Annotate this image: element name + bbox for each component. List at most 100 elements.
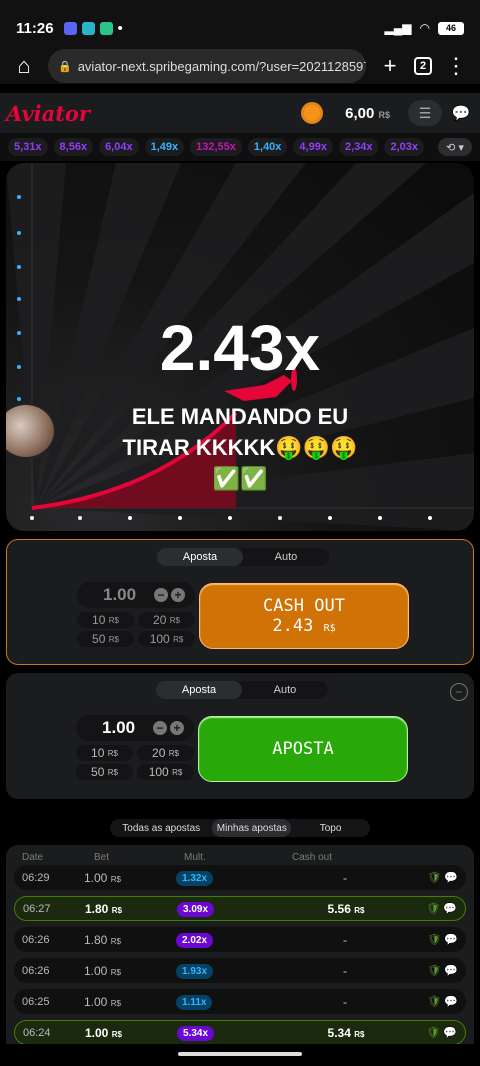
system-nav-bar [0,1044,480,1066]
quick-amount-value: 20 [152,746,166,760]
bet-amount-value: 1.00 [84,870,108,885]
url-bar[interactable]: 🔒 aviator-next.spribegaming.com/?user=20… [48,49,366,83]
chat-icon[interactable]: 💬 [448,102,474,124]
browser-toolbar: ⌂ 🔒 aviator-next.spribegaming.com/?user=… [0,48,480,84]
more-dots-icon: • [117,19,123,37]
remove-panel-icon[interactable]: − [450,683,468,701]
cash-out-button[interactable]: CASH OUT 2.43 R$ [199,583,409,649]
cash-out-value: - [304,871,386,885]
table-row: 06:29 1.00 R$ 1.32x - 🛡 💬 [14,865,466,890]
chat-share-icon[interactable]: 💬 [444,996,458,1008]
signal-icon: ▂▄▆ [384,21,412,35]
row-actions: 🛡 💬 [426,902,457,915]
chat-share-icon[interactable]: 💬 [443,1027,457,1039]
bet-amount-controls: 1.00 − + 10 R$ 20 R$ 50 R$ 100 R$ [76,715,194,785]
balance-currency: R$ [378,109,390,120]
quick-amount-button[interactable]: 10 R$ [76,745,133,761]
chat-share-icon[interactable]: 💬 [444,934,458,946]
menu-button[interactable]: ☰ [408,100,442,126]
currency-label: R$ [107,767,118,777]
plus-icon[interactable]: + [170,721,184,735]
currency-label: R$ [110,874,121,884]
column-header: Bet [94,851,110,863]
history-multiplier[interactable]: 5,31x [8,138,48,156]
currency-label: R$ [110,998,121,1008]
multiplier-badge: 1.32x [176,870,214,886]
site-info-icon[interactable]: 🔒 [58,60,72,73]
cash-out-value: - [304,964,386,978]
minus-icon[interactable]: − [153,721,167,735]
cash-out-value: - [304,995,386,1009]
bet-amount-value: 1.00 [84,963,108,978]
coin-icon [301,102,324,124]
bet-amount-input[interactable]: 1.00 − + [76,715,194,741]
row-actions: 🛡 💬 [426,1026,457,1039]
bets-tabs: Todas as apostas Minhas apostas Topo [110,819,370,837]
currency-label: R$ [354,1029,365,1039]
quick-amount-button[interactable]: 20 R$ [138,612,195,628]
plus-icon[interactable]: + [171,588,185,602]
bet-amount-value: 1.00 [103,585,137,604]
history-multiplier[interactable]: 8,56x [53,138,94,156]
quick-amount-button[interactable]: 10 R$ [77,612,134,628]
cash-out-currency: R$ [323,623,336,634]
history-multiplier[interactable]: 1,40x [247,138,288,156]
history-multiplier[interactable]: 6,04x [99,138,139,156]
new-tab-icon[interactable]: + [376,53,404,79]
quick-amount-button[interactable]: 50 R$ [76,764,133,780]
multiplier-badge: 5.34x [177,1025,215,1041]
game-canvas: 2.43x ELE MANDANDO EU TIRAR KKKKK🤑🤑🤑 ✅✅ [6,163,474,531]
home-icon[interactable]: ⌂ [10,53,38,79]
provably-fair-icon[interactable]: 🛡 [426,903,440,915]
history-multiplier[interactable]: 1,49x [144,138,185,156]
home-gesture-pill[interactable] [178,1052,302,1056]
bet-multiplier: 1.11x [176,994,304,1010]
tab-all-bets[interactable]: Todas as apostas [110,819,212,837]
tab-my-bets[interactable]: Minhas apostas [212,819,292,837]
place-bet-button[interactable]: APOSTA [198,716,408,782]
tab-auto[interactable]: Auto [242,681,328,699]
tab-bet[interactable]: Aposta [157,548,243,566]
minus-icon[interactable]: − [154,588,168,602]
history-multiplier[interactable]: 2,03x [384,138,425,156]
discord-icon [63,21,77,35]
row-actions: 🛡 💬 [427,964,458,977]
provably-fair-icon[interactable]: 🛡 [427,965,441,977]
bet-amount-value: 1.00 [84,994,108,1009]
quick-amount-button[interactable]: 100 R$ [138,631,195,647]
tab-auto[interactable]: Auto [243,548,329,566]
tab-switcher-button[interactable]: 2 [414,57,432,75]
provably-fair-icon[interactable]: 🛡 [427,996,441,1008]
quick-amount-button[interactable]: 20 R$ [137,745,194,761]
quick-amount-value: 50 [91,765,105,779]
bet-multiplier: 2.02x [176,932,304,948]
quick-amount-button[interactable]: 100 R$ [137,764,194,780]
bet-amount-input[interactable]: 1.00 − + [77,582,195,608]
currency-label: R$ [169,615,180,625]
multiplier-history: 5,31x 8,56x 6,04x 1,49x 132,55x 1,40x 4,99x 2,3… [0,133,480,161]
history-multiplier[interactable]: 4,99x [293,138,333,156]
chat-share-icon[interactable]: 💬 [444,872,458,884]
bet-amount-value: 1.00 [102,718,136,737]
history-toggle-button[interactable]: ⟲ ▾ [438,138,472,156]
chat-share-icon[interactable]: 💬 [443,903,457,915]
quick-amount-button[interactable]: 50 R$ [77,631,134,647]
multiplier-badge: 2.02x [176,932,214,948]
chat-share-icon[interactable]: 💬 [444,965,458,977]
provably-fair-icon[interactable]: 🛡 [427,934,441,946]
tab-top[interactable]: Topo [291,819,370,837]
provably-fair-icon[interactable]: 🛡 [427,872,441,884]
quick-amount-value: 10 [91,746,105,760]
tab-bet[interactable]: Aposta [156,681,242,699]
bet-date: 06:24 [23,1026,51,1039]
currency-label: R$ [107,748,118,758]
history-multiplier[interactable]: 2,34x [338,138,379,156]
currency-label: R$ [172,767,183,777]
row-actions: 🛡 💬 [427,995,458,1008]
column-header: Mult. [184,851,206,863]
history-multiplier[interactable]: 132,55x [190,138,242,156]
provably-fair-icon[interactable]: 🛡 [426,1027,440,1039]
quick-amount-value: 50 [92,632,106,646]
bet-multiplier: 1.32x [176,870,304,886]
menu-icon[interactable]: ⋮ [442,53,470,79]
